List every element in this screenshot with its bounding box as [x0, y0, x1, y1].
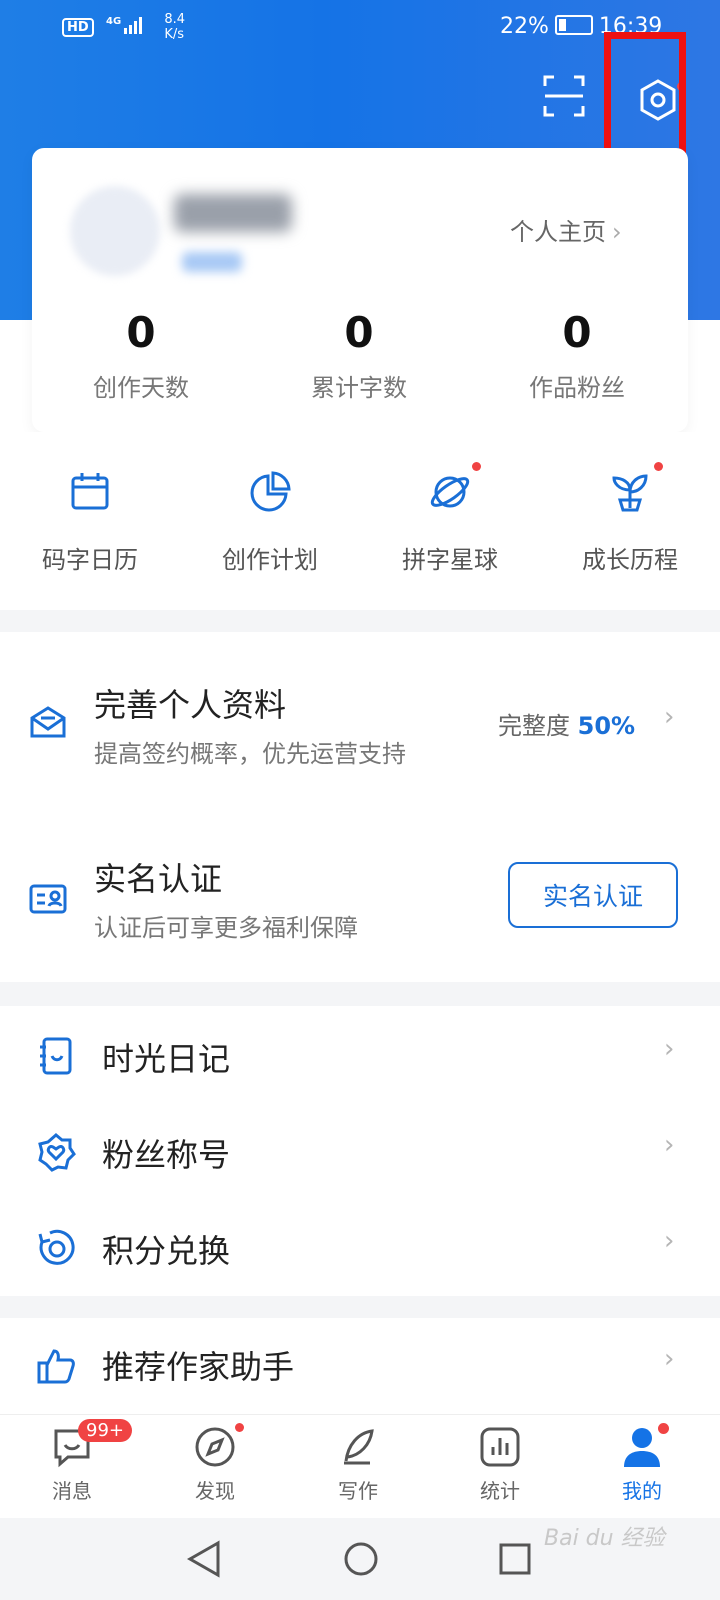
recents-icon[interactable]	[498, 1542, 532, 1580]
mine-notification-dot	[658, 1423, 669, 1434]
nav-write[interactable]: 写作	[308, 1425, 408, 1504]
bottom-nav: 99+ 消息 发现 写作 统计 我的	[0, 1414, 720, 1519]
tool-spelling-planet[interactable]: 拼字星球	[362, 462, 538, 575]
watermark: Bai du 经验	[544, 1526, 665, 1551]
recommend-label: 推荐作家助手	[102, 1348, 295, 1386]
nav-stats[interactable]: 统计	[450, 1425, 550, 1504]
battery-icon	[554, 15, 593, 35]
completeness-value: 50%	[577, 712, 636, 740]
nav-mine[interactable]: 我的	[592, 1423, 692, 1504]
svg-text:4G: 4G	[106, 16, 121, 27]
complete-profile-title: 完善个人资料	[94, 686, 287, 724]
growth-notification-dot	[654, 462, 663, 471]
chevron-right-icon: ›	[664, 1130, 675, 1160]
chevron-right-icon: ›	[664, 1226, 675, 1256]
username-blurred	[174, 194, 292, 232]
scan-icon[interactable]	[542, 74, 586, 118]
real-name-verify-button[interactable]: 实名认证	[508, 862, 678, 928]
chevron-right-icon: ›	[664, 702, 675, 732]
speed-unit: K/s	[164, 27, 185, 42]
menu-item-time-diary[interactable]: 时光日记 ›	[0, 1008, 720, 1104]
user-icon	[620, 1423, 669, 1469]
verification-title: 实名认证	[94, 860, 223, 898]
planet-icon	[428, 462, 481, 514]
menu-item-points-exchange[interactable]: 积分兑换 ›	[0, 1200, 720, 1296]
message-badge: 99+	[78, 1419, 132, 1442]
pen-icon	[336, 1425, 380, 1469]
discover-notification-dot	[235, 1423, 244, 1432]
nav-label: 消息	[52, 1479, 92, 1503]
card-spacer	[0, 320, 720, 432]
compass-icon	[193, 1423, 244, 1469]
planet-notification-dot	[472, 462, 481, 471]
menu-label: 积分兑换	[102, 1232, 231, 1270]
sprout-icon	[608, 462, 663, 514]
chevron-right-icon: ›	[664, 1034, 675, 1064]
verification-subtitle: 认证后可享更多福利保障	[94, 914, 358, 942]
user-tag-blurred	[182, 252, 242, 272]
tool-label: 码字日历	[42, 546, 138, 574]
completeness-indicator: 完整度 50%	[498, 706, 635, 741]
nav-messages[interactable]: 99+ 消息	[22, 1419, 132, 1504]
tool-label: 成长历程	[582, 546, 678, 574]
hd-indicator: HD	[62, 17, 94, 37]
pie-chart-icon	[248, 470, 292, 514]
envelope-profile-icon	[28, 702, 68, 742]
recommend-row[interactable]: 推荐作家助手 ›	[0, 1318, 720, 1414]
stats-icon	[478, 1425, 522, 1469]
home-link-label: 个人主页	[510, 218, 606, 246]
diary-icon	[36, 1036, 76, 1076]
tool-label: 拼字星球	[402, 546, 498, 574]
speed-value: 8.4	[164, 12, 186, 27]
nav-label: 我的	[622, 1479, 662, 1503]
completeness-label: 完整度	[498, 712, 570, 740]
menu-label: 时光日记	[102, 1040, 231, 1078]
thumbs-up-icon	[36, 1346, 76, 1386]
fan-badge-icon	[36, 1132, 76, 1172]
tool-writing-plan[interactable]: 创作计划	[182, 470, 358, 575]
back-icon[interactable]	[186, 1540, 222, 1582]
nav-label: 发现	[195, 1479, 235, 1503]
signal-icon: 4G	[106, 14, 150, 41]
avatar[interactable]	[70, 186, 160, 276]
tool-writing-calendar[interactable]: 码字日历	[2, 470, 178, 575]
complete-profile-row[interactable]: 完善个人资料 提高签约概率，优先运营支持 完整度 50% ›	[0, 660, 720, 780]
nav-label: 统计	[480, 1479, 520, 1503]
personal-home-link[interactable]: 个人主页 ›	[510, 212, 622, 247]
status-bar-left: HD 4G 8.4 K/s	[62, 12, 185, 42]
complete-profile-subtitle: 提高签约概率，优先运营支持	[94, 740, 406, 768]
menu-item-fan-title[interactable]: 粉丝称号 ›	[0, 1104, 720, 1200]
home-icon[interactable]	[342, 1540, 380, 1582]
chevron-right-icon: ›	[664, 1344, 675, 1374]
nav-discover[interactable]: 发现	[165, 1423, 265, 1504]
tool-growth-history[interactable]: 成长历程	[542, 462, 718, 575]
battery-percent: 22%	[500, 14, 549, 39]
network-speed: 8.4 K/s	[164, 12, 185, 42]
menu-label: 粉丝称号	[102, 1136, 231, 1174]
calendar-icon	[68, 470, 112, 514]
id-card-icon	[28, 878, 68, 918]
points-icon	[36, 1228, 76, 1268]
nav-label: 写作	[338, 1479, 378, 1503]
tool-label: 创作计划	[222, 546, 318, 574]
chevron-right-icon: ›	[612, 218, 622, 246]
